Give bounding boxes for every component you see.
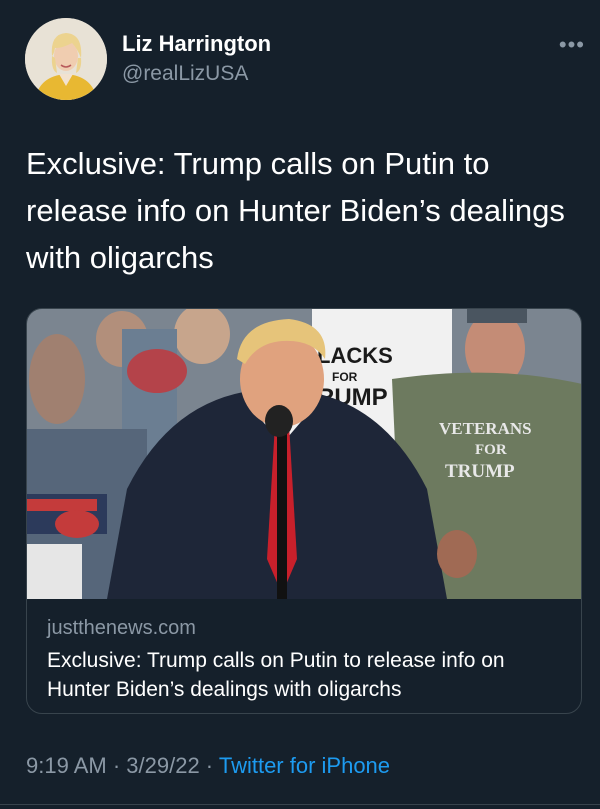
tweet-time[interactable]: 9:19 AM: [26, 753, 107, 778]
tweet-date[interactable]: 3/29/22: [126, 753, 199, 778]
avatar-photo: [25, 18, 107, 100]
meta-separator-2: ·: [199, 753, 219, 778]
shirt-text-1: VETERANS: [439, 419, 532, 438]
card-image: LACKS FOR RUMP VETERANS FOR TRUMP: [27, 309, 581, 599]
meta-separator: ·: [106, 753, 127, 778]
tweet-text: Exclusive: Trump calls on Putin to relea…: [26, 146, 565, 275]
avatar[interactable]: [25, 18, 107, 100]
tweet-meta: 9:19 AM · 3/29/22 · Twitter for iPhone: [26, 753, 390, 779]
shirt-text-3: TRUMP: [445, 461, 515, 482]
author-name[interactable]: Liz Harrington: [122, 31, 271, 57]
sign-text-1: LACKS: [317, 343, 393, 368]
tweet-source-link[interactable]: Twitter for iPhone: [219, 753, 390, 778]
more-options-icon[interactable]: •••: [559, 32, 585, 58]
author-handle[interactable]: @realLizUSA: [122, 62, 248, 86]
tweet-header: Liz Harrington @realLizUSA •••: [25, 18, 585, 108]
card-title: Exclusive: Trump calls on Putin to relea…: [47, 649, 505, 701]
divider: [0, 804, 600, 805]
card-domain: justthenews.com: [47, 617, 196, 639]
sign-text-2: FOR: [332, 370, 358, 384]
shirt-text-2: FOR: [475, 442, 507, 458]
link-card[interactable]: LACKS FOR RUMP VETERANS FOR TRUMP justth…: [26, 308, 582, 714]
